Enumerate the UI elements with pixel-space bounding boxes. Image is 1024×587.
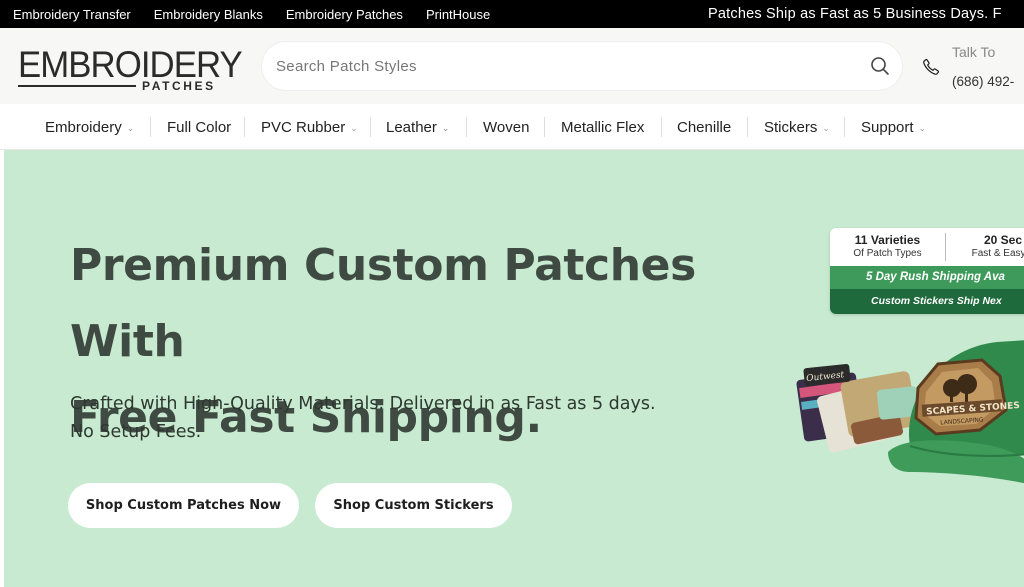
nav-label: Support [861,118,914,136]
search-input[interactable] [276,42,856,90]
nav-item-pvc-rubber[interactable]: PVC Rubber ⌄ [261,104,358,150]
nav-item-woven[interactable]: Woven [483,104,529,150]
badge-stickers-shipping: Custom Stickers Ship Nex [830,289,1024,314]
nav-divider [661,117,662,137]
nav-label: Metallic Flex [561,118,645,136]
hero-section: Premium Custom Patches With Free Fast Sh… [4,150,1024,587]
main-nav: Embroidery ⌄ Full Color PVC Rubber ⌄ Leath… [0,104,1024,150]
search-icon[interactable] [870,56,890,76]
logo-underline [18,85,136,87]
nav-item-stickers[interactable]: Stickers ⌄ [764,104,830,150]
top-bar: Embroidery Transfer Embroidery Blanks Em… [0,0,1024,28]
shop-custom-patches-button[interactable]: Shop Custom Patches Now [68,483,299,528]
top-link-embroidery-patches[interactable]: Embroidery Patches [286,7,403,22]
nav-item-full-color[interactable]: Full Color [167,104,231,150]
badge-seconds: 20 Sec Fast & Easy A [948,233,1024,259]
shop-custom-stickers-button[interactable]: Shop Custom Stickers [315,483,512,528]
nav-label: Full Color [167,118,232,136]
nav-label: Stickers [764,118,818,136]
site-header: EMBROIDERY PATCHES Talk To (686) 492- [0,28,1024,104]
chevron-down-icon: ⌄ [822,122,830,133]
hero-subtitle-line-1: Crafted with High-Quality Materials. Del… [70,394,656,414]
nav-divider [370,117,371,137]
nav-item-chenille[interactable]: Chenille [677,104,731,150]
hero-subtitle: Crafted with High-Quality Materials. Del… [70,390,710,446]
nav-divider [466,117,467,137]
nav-item-metallic-flex[interactable]: Metallic Flex [561,104,644,150]
nav-item-embroidery[interactable]: Embroidery ⌄ [45,104,134,150]
top-link-printhouse[interactable]: PrintHouse [426,7,490,22]
top-links: Embroidery Transfer Embroidery Blanks Em… [13,0,490,28]
badge-rush-shipping: 5 Day Rush Shipping Ava [830,266,1024,289]
nav-divider [544,117,545,137]
hero-product-image: Outwest SCAPES & STONES LANDSCAPING [796,340,1024,484]
nav-divider [244,117,245,137]
logo-main-text: EMBROIDERY [18,44,243,85]
nav-divider [150,117,151,137]
hero-subtitle-line-2: No Setup Fees. [70,422,202,442]
chevron-down-icon: ⌄ [918,122,927,133]
badge-varieties-sub: Of Patch Types [853,248,922,259]
nav-label: Leather [386,118,437,136]
badge-varieties-title: 11 Varieties [854,233,921,247]
nav-label: Woven [483,118,530,136]
badge-seconds-title: 20 Sec [983,233,1023,247]
feature-badge: 11 Varieties Of Patch Types 20 Sec Fast … [830,228,1024,314]
nav-label: PVC Rubber [261,118,346,136]
badge-seconds-sub: Fast & Easy A [971,248,1024,259]
phone-icon[interactable] [922,58,940,76]
badge-varieties: 11 Varieties Of Patch Types [830,233,945,259]
badge-top-row: 11 Varieties Of Patch Types 20 Sec Fast … [830,228,1024,266]
hero-title-line-1: Premium Custom Patches With [70,240,696,367]
nav-label: Chenille [677,118,732,136]
nav-divider [747,117,748,137]
search-bar [262,42,902,90]
nav-item-leather[interactable]: Leather ⌄ [386,104,449,150]
talk-to-label: Talk To [952,44,996,60]
nav-divider [844,117,845,137]
logo-sub-text: PATCHES [142,79,216,93]
promo-banner: Patches Ship as Fast as 5 Business Days.… [708,6,1002,22]
badge-divider [945,233,946,261]
chevron-down-icon: ⌄ [350,122,358,133]
site-logo[interactable]: EMBROIDERY PATCHES [18,46,243,96]
nav-item-support[interactable]: Support ⌄ [861,104,926,150]
phone-number[interactable]: (686) 492- [952,74,1014,89]
top-link-embroidery-transfer[interactable]: Embroidery Transfer [13,7,131,22]
nav-label: Embroidery [45,118,122,136]
chevron-down-icon: ⌄ [126,122,135,133]
patch-stack-image: Outwest [796,363,920,453]
chevron-down-icon: ⌄ [441,122,450,133]
top-link-embroidery-blanks[interactable]: Embroidery Blanks [154,7,263,22]
